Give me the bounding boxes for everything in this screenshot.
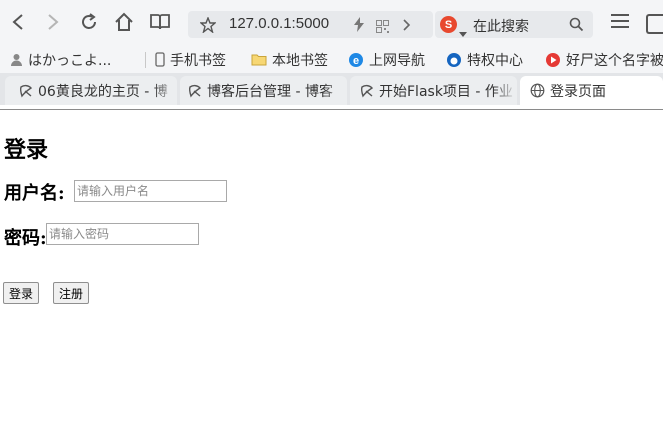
svg-text:e: e	[353, 55, 359, 67]
site-icon	[19, 84, 33, 98]
bookmark-label: 上网导航	[369, 52, 425, 69]
site-icon	[360, 84, 374, 98]
window-icon[interactable]	[646, 14, 663, 34]
address-text[interactable]: 127.0.0.1:5000	[229, 15, 329, 32]
globe-icon	[530, 83, 545, 98]
lightning-icon[interactable]	[354, 17, 364, 36]
privilege-icon	[446, 52, 462, 68]
search-input[interactable]: 在此搜索	[473, 16, 529, 36]
reload-icon	[82, 13, 96, 29]
bookmark-item[interactable]: 本地书签	[251, 50, 328, 69]
back-button[interactable]	[5, 9, 31, 35]
chevron-right-icon[interactable]	[402, 17, 412, 36]
forward-button[interactable]	[40, 9, 66, 35]
home-icon	[115, 12, 133, 31]
bookmark-label: 本地书签	[272, 52, 328, 69]
tab-label: 06黄良龙的主页 - 博	[38, 83, 168, 100]
bookmark-label: 手机书签	[170, 52, 226, 69]
browser-toolbar: 127.0.0.1:5000 S 在此搜索	[0, 0, 663, 46]
username-input[interactable]	[74, 180, 227, 202]
dropdown-caret-icon[interactable]	[459, 22, 467, 41]
back-arrow-icon	[12, 14, 23, 30]
bookmark-label: 好尸这个名字被	[566, 52, 663, 69]
tab-item[interactable]: 博客后台管理 - 博客	[180, 76, 347, 105]
reader-button[interactable]	[147, 9, 173, 35]
tab-strip: 06黄良龙的主页 - 博 博客后台管理 - 博客 开始Flask项目 - 作业 …	[0, 73, 663, 105]
site-icon	[188, 84, 202, 98]
home-button[interactable]	[111, 9, 137, 35]
bookmark-item[interactable]: 好尸这个名字被	[545, 50, 663, 69]
bookmarks-bar: はかっこよ... 手机书签 本地书签 e 上网导航 特权中心 好尸这个名字被	[0, 46, 663, 73]
tab-item-active[interactable]: 登录页面	[520, 76, 663, 105]
book-icon	[150, 14, 170, 30]
bookmark-item[interactable]: 手机书签	[155, 50, 226, 69]
login-button[interactable]: 登录	[3, 282, 40, 304]
bookmark-separator	[145, 52, 146, 68]
person-icon	[10, 53, 23, 67]
tab-label: 博客后台管理 - 博客	[207, 83, 333, 100]
hamburger-menu-icon	[611, 14, 629, 28]
username-label: 用户名:	[4, 183, 65, 204]
star-icon[interactable]	[199, 16, 217, 37]
bookmark-item[interactable]: 特权中心	[446, 50, 523, 69]
tab-item[interactable]: 06黄良龙的主页 - 博	[5, 76, 177, 105]
register-button[interactable]: 注册	[53, 282, 90, 304]
bookmark-label: 特权中心	[467, 52, 523, 69]
reload-button[interactable]	[76, 9, 102, 35]
menu-button[interactable]	[610, 13, 630, 33]
bookmark-label: はかっこよ...	[28, 52, 112, 69]
search-engine-logo-icon[interactable]: S	[440, 16, 457, 33]
bookmark-item[interactable]: はかっこよ...	[10, 50, 111, 69]
play-icon	[545, 52, 561, 68]
qr-code-icon[interactable]	[376, 18, 389, 37]
tab-label: 登录页面	[550, 83, 606, 100]
search-icon[interactable]	[569, 17, 584, 36]
bookmark-item[interactable]: e 上网导航	[348, 50, 425, 69]
search-box[interactable]: S 在此搜索	[435, 11, 593, 38]
tab-item[interactable]: 开始Flask项目 - 作业	[350, 76, 517, 105]
address-bar[interactable]: 127.0.0.1:5000	[188, 11, 433, 38]
phone-icon	[155, 52, 165, 67]
ie-icon: e	[348, 52, 364, 68]
folder-icon	[251, 53, 267, 66]
page-title: 登录	[4, 137, 49, 163]
password-label: 密码:	[4, 228, 47, 249]
page-content: 登录 用户名: 密码: 登录 注册	[0, 110, 663, 423]
password-input[interactable]	[46, 223, 199, 245]
forward-arrow-icon	[48, 14, 59, 30]
